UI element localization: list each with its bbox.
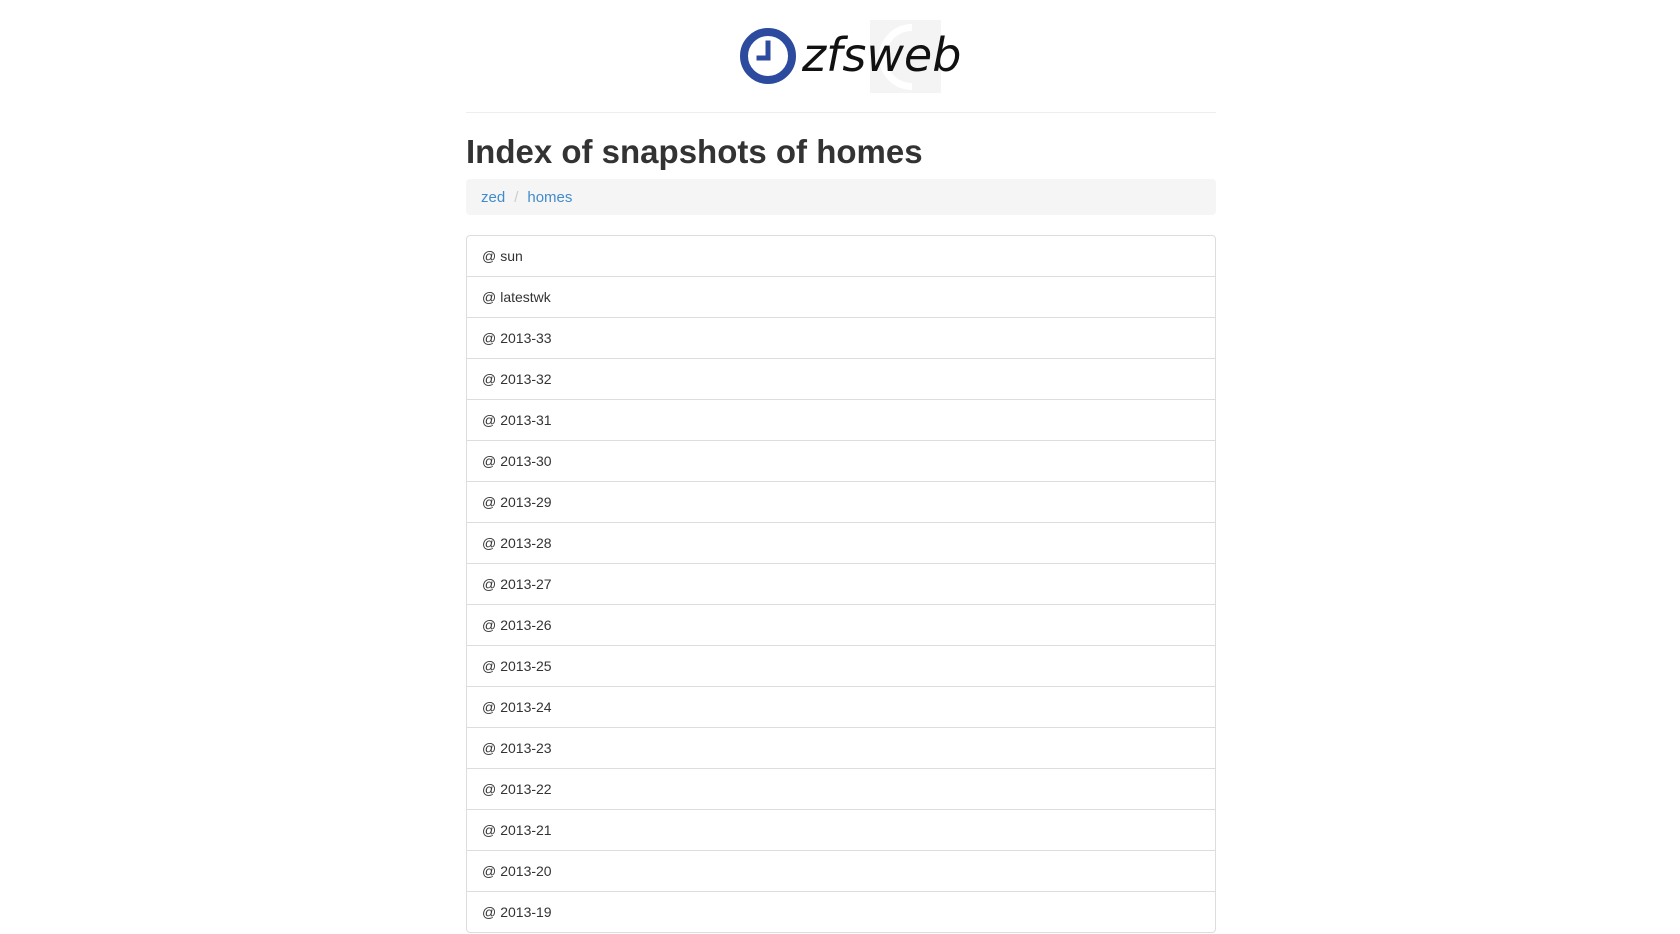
snapshot-name: 2013-26 [500,617,552,633]
list-item[interactable]: @2013-31 [467,399,1215,440]
snapshot-prefix: @ [482,494,497,510]
snapshot-name: 2013-31 [500,412,552,428]
snapshot-prefix: @ [482,781,497,797]
snapshot-name: 2013-25 [500,658,552,674]
snapshot-list: @ sun @ latestwk @2013-33 @2013-32 @2013-3… [466,235,1216,933]
list-item[interactable]: @2013-32 [467,358,1215,399]
snapshot-prefix: @ [482,535,497,551]
zfsweb-logo[interactable]: zfsweb [740,18,970,94]
page-container: zfsweb Index of snapshots of homes zed /… [466,0,1216,933]
clock-icon [740,28,796,84]
snapshot-prefix: @ [482,453,497,469]
list-item[interactable]: @2013-27 [467,563,1215,604]
snapshot-name: 2013-24 [500,699,552,715]
list-item[interactable]: @2013-33 [467,317,1215,358]
snapshot-name: 2013-23 [500,740,552,756]
snapshot-prefix: @ [482,330,497,346]
page-title: Index of snapshots of homes [466,133,923,170]
breadcrumb-item-zed[interactable]: zed [481,189,505,206]
snapshot-name: 2013-29 [500,494,552,510]
list-item[interactable]: @2013-20 [467,850,1215,891]
list-item[interactable]: @2013-19 [467,891,1215,932]
snapshot-prefix: @ [482,412,497,428]
snapshot-name: 2013-27 [500,576,552,592]
snapshot-prefix: @ [482,822,497,838]
snapshot-name: 2013-19 [500,904,552,920]
snapshot-name: latestwk [500,289,551,305]
list-item[interactable]: @2013-24 [467,686,1215,727]
snapshot-name: 2013-22 [500,781,552,797]
list-item[interactable]: @2013-26 [467,604,1215,645]
list-item[interactable]: @2013-25 [467,645,1215,686]
logo-text-web: web [866,28,962,82]
snapshot-prefix: @ [482,576,497,592]
snapshot-name: 2013-20 [500,863,552,879]
list-item[interactable]: @ latestwk [467,276,1215,317]
snapshot-name: 2013-30 [500,453,552,469]
snapshot-prefix: @ [482,371,497,387]
snapshot-prefix: @ [482,658,497,674]
list-item[interactable]: @2013-28 [467,522,1215,563]
logo-text-zfs: zfs [802,28,867,82]
list-item[interactable]: @2013-23 [467,727,1215,768]
snapshot-name: 2013-28 [500,535,552,551]
list-item[interactable]: @2013-30 [467,440,1215,481]
snapshot-prefix: @ [482,289,497,305]
snapshot-prefix: @ [482,863,497,879]
snapshot-name: sun [500,248,523,264]
snapshot-prefix: @ [482,699,497,715]
list-item[interactable]: @2013-21 [467,809,1215,850]
header: zfsweb [466,0,1216,113]
snapshot-prefix: @ [482,740,497,756]
list-item[interactable]: @2013-29 [467,481,1215,522]
snapshot-name: 2013-21 [500,822,552,838]
snapshot-name: 2013-33 [500,330,552,346]
list-item[interactable]: @2013-22 [467,768,1215,809]
snapshot-prefix: @ [482,617,497,633]
logo-wordmark: zfsweb [802,30,961,80]
snapshot-name: 2013-32 [500,371,552,387]
breadcrumb-item-homes[interactable]: homes [527,189,572,206]
breadcrumb-separator: / [514,188,519,206]
breadcrumb: zed / homes [466,179,1216,215]
list-item[interactable]: @ sun [467,236,1215,276]
snapshot-prefix: @ [482,248,497,264]
snapshot-prefix: @ [482,904,497,920]
